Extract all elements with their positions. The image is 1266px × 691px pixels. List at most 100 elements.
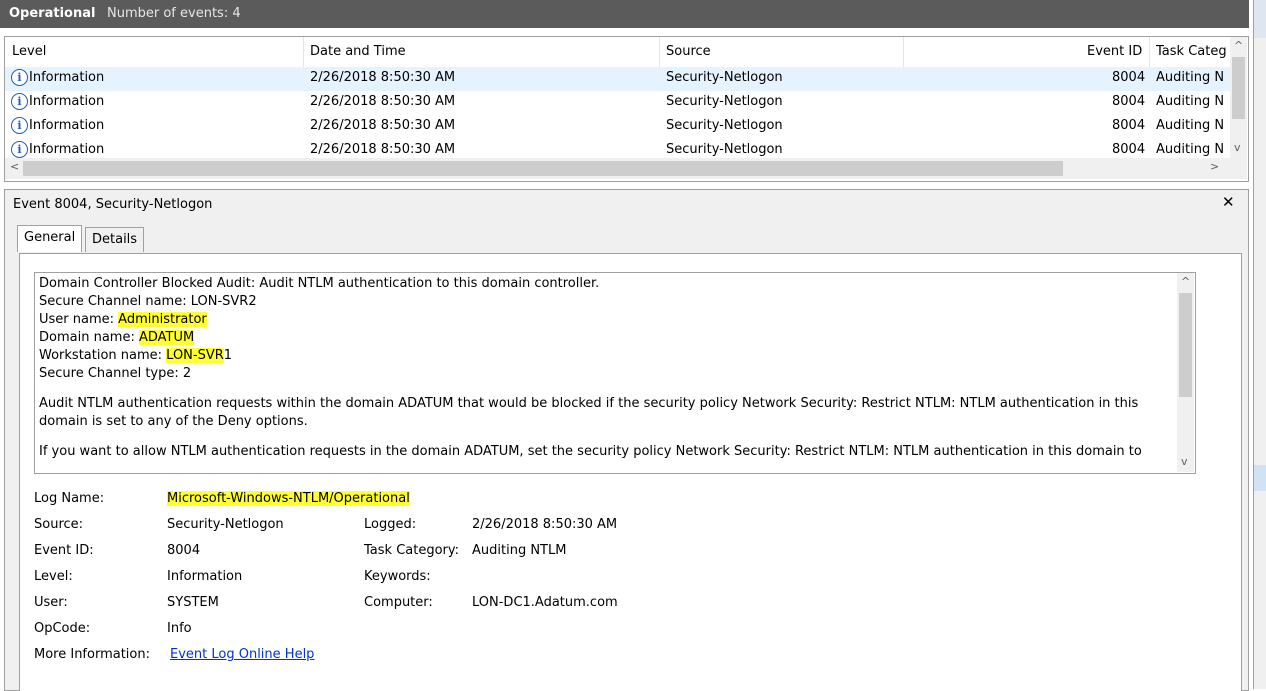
scroll-down-icon[interactable]: v [1181,455,1188,468]
event-date-time: 2/26/2018 8:50:30 AM [310,94,456,109]
highlighted-user-name: Administrator [118,312,207,327]
scroll-up-icon[interactable]: ^ [1234,39,1243,52]
tab-general[interactable]: General [17,225,83,252]
description-line: Secure Channel type: 2 [39,366,192,381]
event-list-header: Level Date and Time Source Event ID Task… [5,37,1230,68]
domain-name-label: Domain name: [39,330,139,345]
event-id-label: Event ID: [34,543,94,558]
event-level: Information [29,118,105,133]
description-line: Secure Channel name: LON-SVR2 [39,294,257,309]
description-paragraph: Audit NTLM authentication requests withi… [39,396,1139,429]
column-divider[interactable] [903,37,904,67]
event-date-time: 2/26/2018 8:50:30 AM [310,142,456,157]
computer-label: Computer: [364,595,433,610]
event-log-online-help-link[interactable]: Event Log Online Help [170,647,314,662]
event-id: 8004 [1112,142,1146,157]
event-detail-pane: Event 8004, Security-Netlogon ✕ General … [4,189,1249,691]
event-row[interactable]: i Information 2/26/2018 8:50:30 AM Secur… [5,67,1230,91]
scrollbar-thumb[interactable] [1179,293,1192,397]
event-date-time: 2/26/2018 8:50:30 AM [310,118,456,133]
source-value: Security-Netlogon [167,517,284,532]
logged-label: Logged: [364,517,417,532]
close-icon[interactable]: ✕ [1222,193,1235,211]
scroll-right-icon[interactable]: > [1210,160,1219,173]
source-label: Source: [34,517,84,532]
keywords-label: Keywords: [364,569,431,584]
event-task-category: Auditing N [1156,70,1225,85]
event-task-category: Auditing N [1156,94,1225,109]
description-paragraph: If you want to allow NTLM authentication… [39,444,1142,459]
workstation-name-label: Workstation name: [39,348,167,363]
description-line: User name: Administrator [39,311,1165,329]
logged-value: 2/26/2018 8:50:30 AM [472,517,618,532]
event-level: Information [29,94,105,109]
column-divider[interactable] [303,37,304,67]
scroll-down-icon[interactable]: v [1234,141,1241,154]
event-count: Number of events: 4 [107,6,241,21]
column-header-task-category[interactable]: Task Categ [1156,44,1227,59]
event-source: Security-Netlogon [666,142,783,157]
column-divider[interactable] [659,37,660,67]
event-description-box[interactable]: Domain Controller Blocked Audit: Audit N… [34,272,1196,474]
information-icon: i [11,69,28,86]
user-label: User: [34,595,68,610]
event-row[interactable]: i Information 2/26/2018 8:50:30 AM Secur… [5,91,1230,115]
event-id-value: 8004 [167,543,201,558]
column-header-date-time[interactable]: Date and Time [310,44,406,59]
event-level: Information [29,142,105,157]
level-value: Information [167,569,243,584]
log-name-value: Microsoft-Windows-NTLM/Operational [167,491,410,506]
event-task-category: Auditing N [1156,142,1225,157]
event-list-horizontal-scrollbar[interactable]: < > [5,158,1247,179]
information-icon: i [11,93,28,110]
task-category-value: Auditing NTLM [472,543,567,558]
workstation-name-suffix: 1 [223,348,233,363]
event-task-category: Auditing N [1156,118,1225,133]
information-icon: i [11,141,28,158]
column-divider[interactable] [1149,37,1150,67]
column-header-level[interactable]: Level [12,44,46,59]
event-id: 8004 [1112,118,1146,133]
task-category-label: Task Category: [364,543,460,558]
scroll-up-icon[interactable]: ^ [1181,275,1190,288]
event-list[interactable]: Level Date and Time Source Event ID Task… [4,36,1249,182]
highlighted-domain-name: ADATUM [138,330,195,345]
description-line: Domain Controller Blocked Audit: Audit N… [39,276,600,291]
column-header-source[interactable]: Source [666,44,711,59]
event-detail-title: Event 8004, Security-Netlogon [13,197,213,212]
event-row[interactable]: i Information 2/26/2018 8:50:30 AM Secur… [5,115,1230,139]
log-name-label: Log Name: [34,491,105,506]
user-value: SYSTEM [167,595,219,610]
actions-pane-header [1254,0,1266,38]
scrollbar-thumb[interactable] [23,161,1063,176]
actions-pane-edge [1253,0,1266,689]
log-header-bar: Operational Number of events: 4 [0,0,1249,28]
event-date-time: 2/26/2018 8:50:30 AM [310,70,456,85]
column-header-event-id[interactable]: Event ID [1087,44,1142,59]
event-source: Security-Netlogon [666,118,783,133]
level-label: Level: [34,569,73,584]
scroll-left-icon[interactable]: < [10,160,19,173]
description-vertical-scrollbar[interactable]: ^ v [1177,273,1194,472]
scrollbar-thumb[interactable] [1232,57,1245,119]
computer-value: LON-DC1.Adatum.com [472,595,618,610]
user-name-label: User name: [39,312,119,327]
event-row[interactable]: i Information 2/26/2018 8:50:30 AM Secur… [5,139,1230,158]
event-id: 8004 [1112,70,1146,85]
description-line: Workstation name: LON-SVR1 [39,347,1165,365]
event-source: Security-Netlogon [666,70,783,85]
tab-details[interactable]: Details [85,227,145,252]
event-list-vertical-scrollbar[interactable]: ^ v [1230,37,1247,158]
general-tab-panel: Domain Controller Blocked Audit: Audit N… [19,253,1242,691]
log-title: Operational [9,6,96,21]
opcode-label: OpCode: [34,621,91,636]
event-source: Security-Netlogon [666,94,783,109]
more-information-label: More Information: [34,647,150,662]
actions-pane-selected-item[interactable] [1254,465,1266,491]
event-id: 8004 [1112,94,1146,109]
information-icon: i [11,117,28,134]
opcode-value: Info [167,621,192,636]
description-line: Domain name: ADATUM [39,329,1165,347]
event-level: Information [29,70,105,85]
highlighted-workstation-name: LON-SVR [166,348,224,363]
